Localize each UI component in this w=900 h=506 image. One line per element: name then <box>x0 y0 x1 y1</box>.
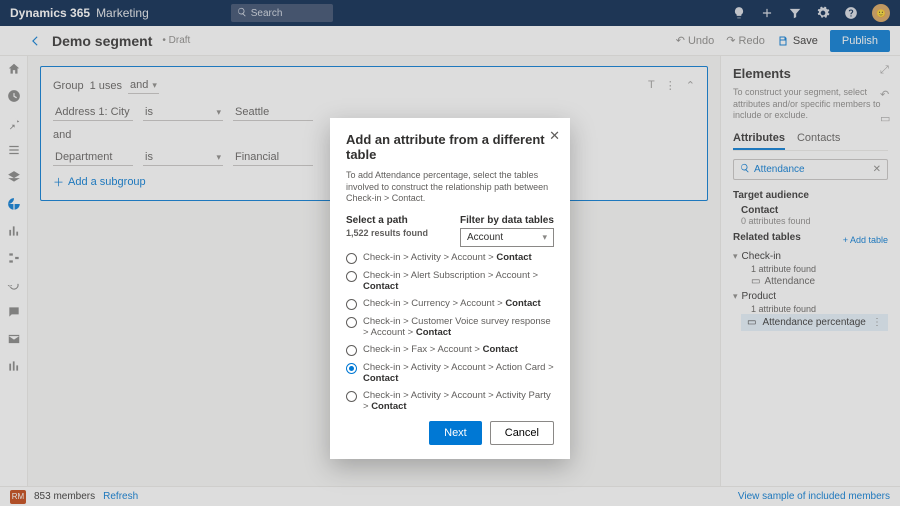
filter-dropdown[interactable]: Account▾ <box>460 228 554 247</box>
path-text: Check-in > Alert Subscription > Account … <box>363 270 554 292</box>
path-text: Check-in > Activity > Account > Action C… <box>363 362 554 384</box>
cancel-button[interactable]: Cancel <box>490 421 554 445</box>
path-option[interactable]: Check-in > Alert Subscription > Account … <box>346 267 554 295</box>
next-button[interactable]: Next <box>429 421 482 445</box>
radio-icon <box>346 317 357 328</box>
path-option[interactable]: Check-in > Activity > Account > Contact <box>346 249 554 267</box>
path-text: Check-in > Activity > Account > Activity… <box>363 390 554 409</box>
radio-icon <box>346 363 357 374</box>
path-text: Check-in > Activity > Account > Contact <box>363 252 532 263</box>
dialog-title: Add an attribute from a different table <box>346 132 554 162</box>
path-text: Check-in > Fax > Account > Contact <box>363 344 518 355</box>
path-option[interactable]: Check-in > Customer Voice survey respons… <box>346 313 554 341</box>
radio-icon <box>346 299 357 310</box>
radio-icon <box>346 271 357 282</box>
select-path-label: Select a path <box>346 215 440 226</box>
radio-icon <box>346 253 357 264</box>
radio-icon <box>346 391 357 402</box>
radio-icon <box>346 345 357 356</box>
dialog-hint: To add Attendance percentage, select the… <box>346 170 554 205</box>
filter-label: Filter by data tables <box>460 215 554 226</box>
path-option[interactable]: Check-in > Activity > Account > Activity… <box>346 387 554 409</box>
path-option[interactable]: Check-in > Fax > Account > Contact <box>346 341 554 359</box>
path-option[interactable]: Check-in > Activity > Account > Action C… <box>346 359 554 387</box>
path-text: Check-in > Currency > Account > Contact <box>363 298 541 309</box>
results-count: 1,522 results found <box>346 228 440 238</box>
close-icon[interactable]: ✕ <box>549 128 560 144</box>
add-attribute-dialog: ✕ Add an attribute from a different tabl… <box>330 118 570 459</box>
path-text: Check-in > Customer Voice survey respons… <box>363 316 554 338</box>
path-list: Check-in > Activity > Account > Contact C… <box>346 249 554 409</box>
path-option[interactable]: Check-in > Currency > Account > Contact <box>346 295 554 313</box>
